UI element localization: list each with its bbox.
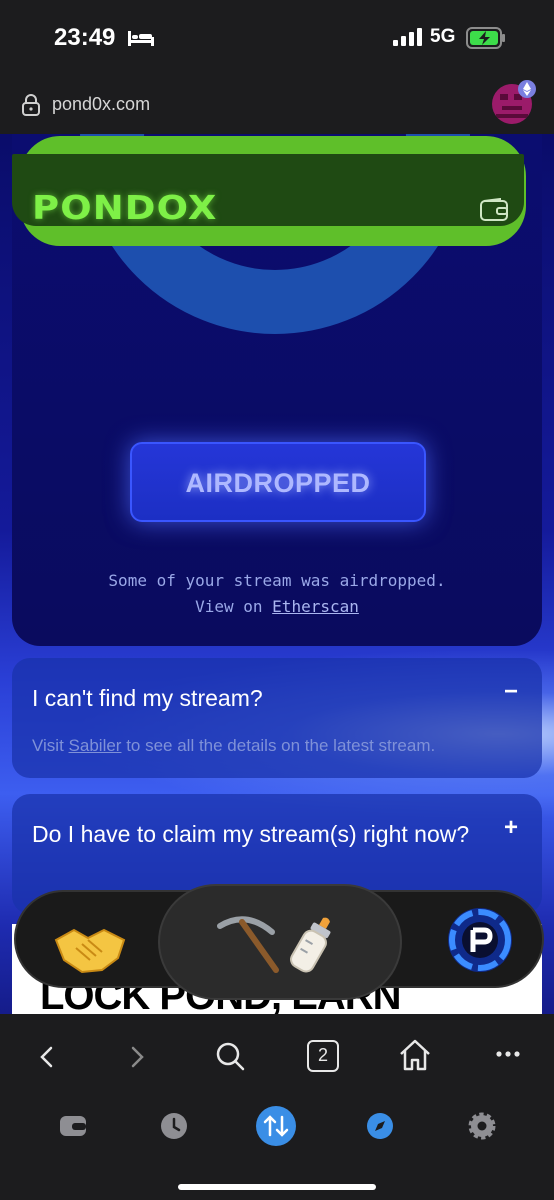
network-type: 5G (430, 26, 456, 47)
baby-bottle-icon[interactable] (282, 914, 342, 976)
web-content: PONDOX AIRDROPPED Some of your stream wa… (0, 134, 554, 1014)
airdropped-label: AIRDROPPED (185, 468, 371, 498)
expand-toggle[interactable]: + (504, 814, 518, 842)
tabs-icon[interactable]: 2 (307, 1040, 339, 1072)
faq-item[interactable]: I can't find my stream? − Visit Sabiler … (12, 658, 542, 778)
battery-icon (466, 27, 505, 49)
stream-note-line2: View on Etherscan (12, 594, 542, 620)
more-icon[interactable] (496, 1050, 520, 1058)
faq-answer-prefix: Visit (32, 736, 69, 755)
stream-note-line1: Some of your stream was airdropped. (108, 571, 446, 590)
etherscan-link[interactable]: Etherscan (272, 597, 359, 616)
home-indicator (178, 1184, 376, 1190)
back-icon[interactable] (38, 1046, 56, 1068)
wallet-tab-icon[interactable] (58, 1112, 88, 1140)
forward-icon[interactable] (128, 1046, 146, 1068)
swap-icon[interactable] (256, 1106, 296, 1146)
site-logo[interactable]: PONDOX (32, 188, 217, 227)
wallet-icon[interactable] (480, 198, 508, 222)
stream-note: Some of your stream was airdropped. View… (12, 568, 542, 620)
status-bar: 23:49 5G (0, 0, 554, 76)
collapse-toggle[interactable]: − (504, 678, 518, 706)
handshake-icon[interactable] (52, 918, 128, 978)
faq-question[interactable]: I can't find my stream? (32, 680, 472, 716)
ethereum-icon (518, 80, 536, 98)
signal-icon (393, 28, 422, 46)
sabiler-link[interactable]: Sabiler (69, 736, 122, 755)
faq-answer: Visit Sabiler to see all the details on … (32, 736, 435, 756)
airdropped-button[interactable]: AIRDROPPED (130, 442, 426, 522)
bed-icon (128, 31, 154, 46)
faq-question[interactable]: Do I have to claim my stream(s) right no… (32, 816, 472, 852)
url-text[interactable]: pond0x.com (52, 94, 150, 115)
search-icon[interactable] (214, 1040, 246, 1072)
lock-icon (22, 94, 40, 116)
url-bar[interactable]: pond0x.com (0, 76, 554, 134)
history-icon[interactable] (160, 1112, 188, 1140)
pond-logo-icon[interactable] (446, 906, 514, 974)
site-header: PONDOX (12, 154, 524, 227)
faq-answer-suffix: to see all the details on the latest str… (121, 736, 436, 755)
home-icon[interactable] (398, 1038, 432, 1072)
explore-icon[interactable] (366, 1112, 394, 1140)
status-time: 23:49 (54, 24, 116, 51)
pickaxe-icon[interactable] (212, 912, 282, 974)
stream-note-view: View on (195, 597, 273, 616)
settings-icon[interactable] (468, 1112, 496, 1140)
